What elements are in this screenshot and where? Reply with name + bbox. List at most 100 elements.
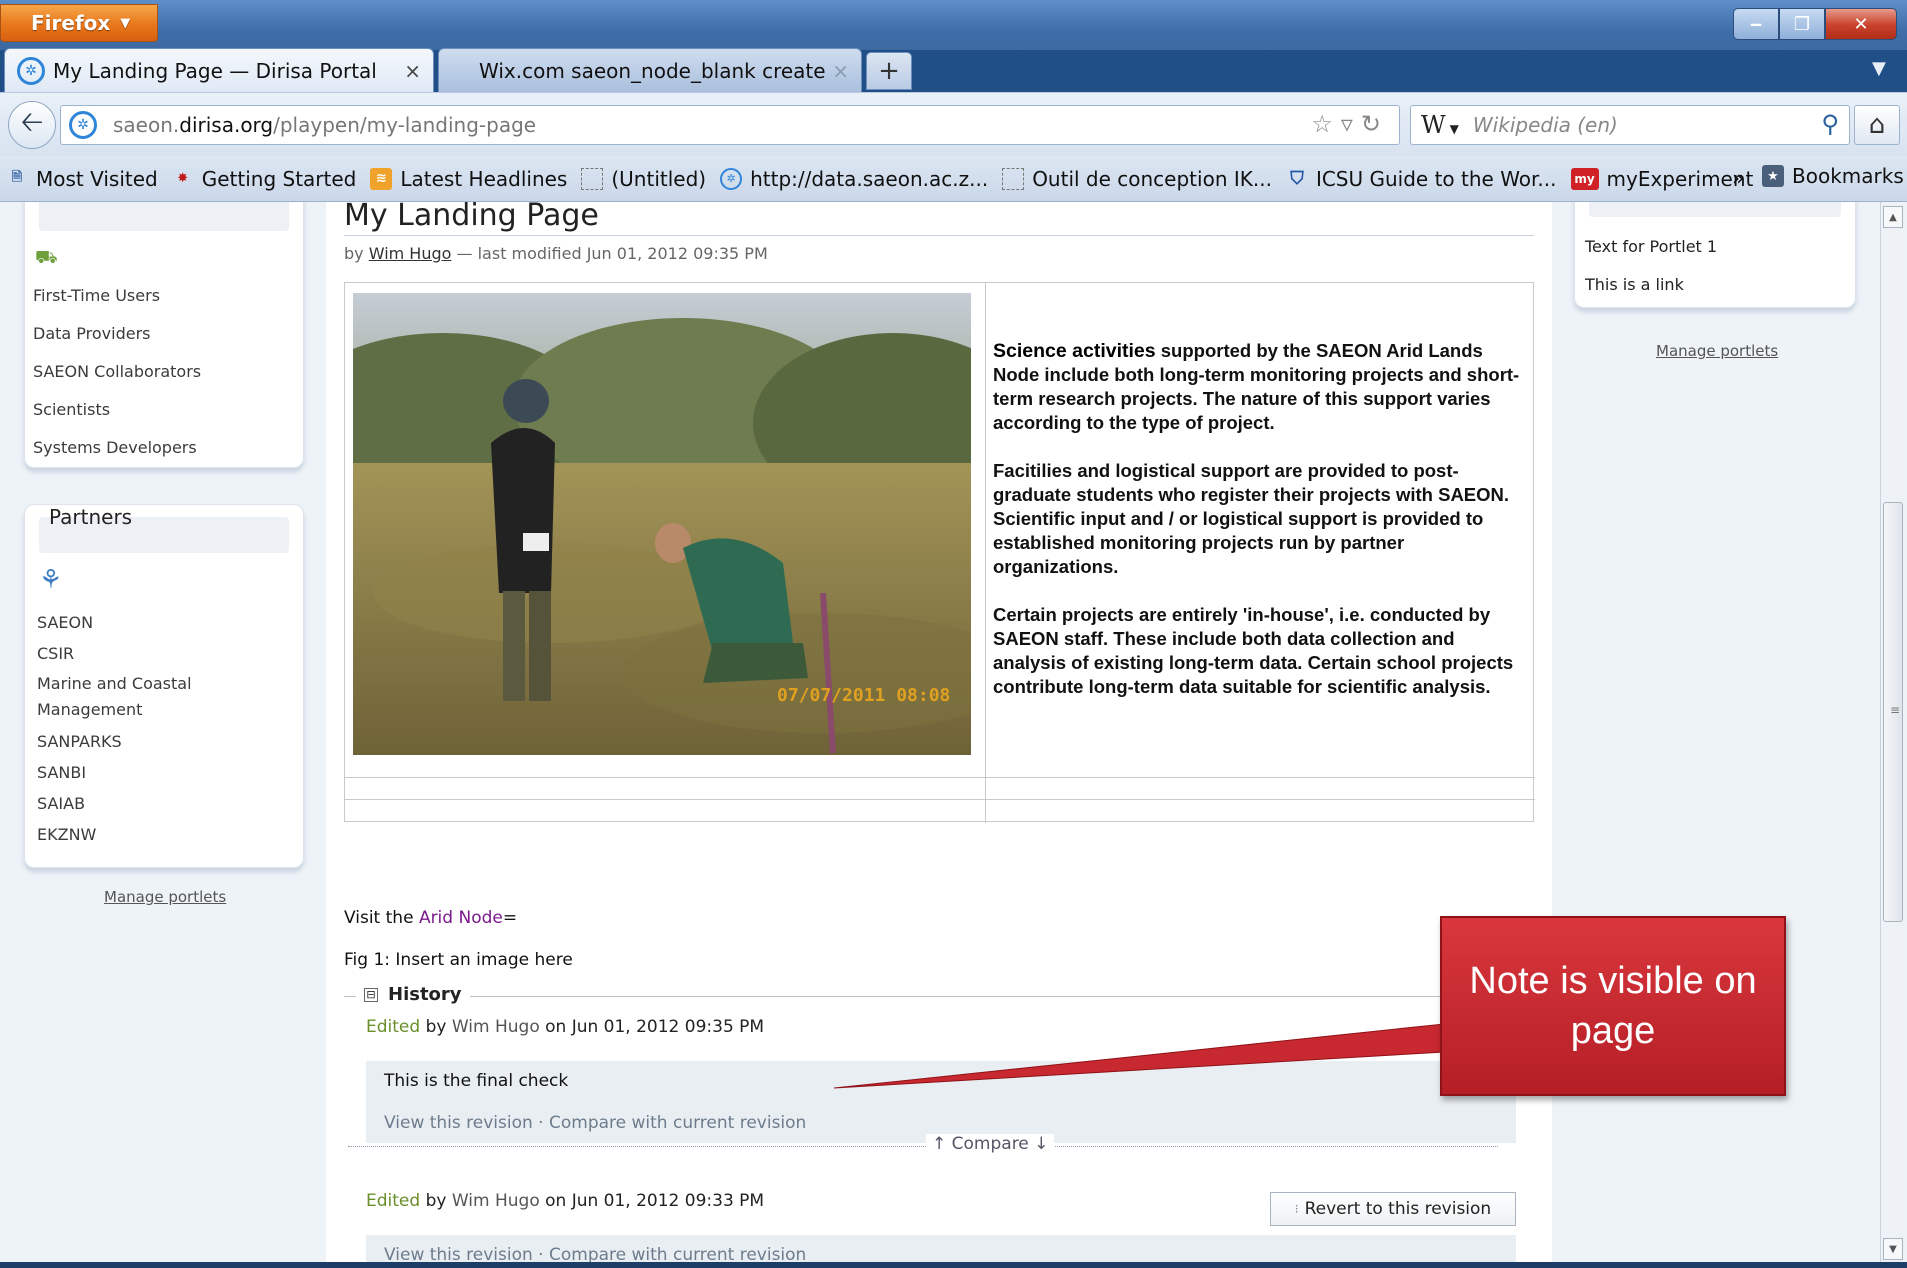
- tab-close-icon[interactable]: ×: [404, 59, 421, 83]
- new-tab-button[interactable]: +: [866, 52, 912, 90]
- link-sanbi[interactable]: SANBI: [37, 757, 237, 788]
- article-paragraph-1: Science activities supported by the SAEO…: [993, 340, 1520, 433]
- reload-icon[interactable]: ↻: [1361, 110, 1389, 138]
- article-text: Science activities supported by the SAEO…: [993, 339, 1529, 723]
- home-button[interactable]: ⌂: [1854, 105, 1900, 145]
- close-icon: ✕: [1853, 13, 1869, 35]
- search-engine-selector[interactable]: W ▼: [1421, 111, 1459, 139]
- minimize-icon: ‒: [1749, 13, 1763, 35]
- users-icon: ⛟: [35, 247, 58, 268]
- home-icon: ⌂: [1868, 110, 1886, 140]
- page-viewport: ⛟ First-Time Users Data Providers SAEON …: [0, 202, 1907, 1268]
- figure-caption: Fig 1: Insert an image here: [344, 950, 573, 970]
- chevron-down-icon: ▼: [1449, 122, 1459, 136]
- portlet-header: [1589, 202, 1841, 217]
- bookmark-getting-started[interactable]: ✸ Getting Started: [172, 167, 356, 191]
- table-row-divider: [345, 799, 1535, 800]
- star-icon[interactable]: ☆: [1311, 110, 1341, 138]
- manage-portlets-left[interactable]: Manage portlets: [104, 888, 226, 906]
- arid-node-link[interactable]: Arid Node: [419, 908, 503, 928]
- revision-box: This is the final check View this revisi…: [366, 1061, 1516, 1143]
- portlet-text: Text for Portlet 1: [1585, 237, 1718, 256]
- firefox-menu-button[interactable]: Firefox ▼: [0, 4, 158, 42]
- author-link[interactable]: Wim Hugo: [452, 1017, 540, 1037]
- globe-icon: ✲: [17, 56, 45, 85]
- page-title: My Landing Page: [344, 202, 1534, 236]
- partners-icon: ⚘: [39, 565, 63, 595]
- portlet-link[interactable]: This is a link: [1585, 275, 1684, 294]
- bookmark-latest-headlines[interactable]: ≋ Latest Headlines: [370, 167, 567, 191]
- history-toggle[interactable]: ⊟ History: [356, 984, 470, 1005]
- author-link[interactable]: Wim Hugo: [369, 244, 452, 263]
- bookmarks-menu-button[interactable]: ★ Bookmarks: [1762, 164, 1904, 188]
- maximize-icon: ❐: [1793, 13, 1811, 35]
- search-bar[interactable]: W ▼ Wikipedia (en) ⚲: [1410, 105, 1850, 145]
- visit-line: Visit the Arid Node=: [344, 908, 518, 928]
- photo-timestamp: 07/07/2011 08:08: [777, 685, 951, 706]
- arrow-left-icon: 🡠: [20, 105, 44, 138]
- link-sanparks[interactable]: SANPARKS: [37, 726, 237, 757]
- tab-my-landing-page[interactable]: ✲ My Landing Page — Dirisa Portal ×: [4, 48, 434, 92]
- revert-icon: ⁝: [1294, 1202, 1299, 1216]
- author-link[interactable]: Wim Hugo: [452, 1191, 540, 1211]
- chevron-down-icon[interactable]: ▿: [1341, 110, 1361, 138]
- revert-revision-button[interactable]: ⁝ Revert to this revision: [1270, 1192, 1516, 1226]
- rss-icon: ≋: [370, 167, 393, 190]
- scroll-down-arrow-icon[interactable]: ▼: [1883, 1238, 1903, 1260]
- search-placeholder: Wikipedia (en): [1472, 113, 1618, 137]
- table-column-divider: [985, 283, 986, 823]
- compare-link[interactable]: ↑ Compare ↓: [926, 1134, 1055, 1154]
- window-titlebar: Firefox ▼ ‒ ❐ ✕: [0, 0, 1907, 50]
- tab-close-icon[interactable]: ×: [832, 59, 849, 83]
- bookmarks-icon: ★: [1762, 165, 1784, 187]
- vertical-scrollbar[interactable]: ▲ ≡ ▼: [1880, 202, 1904, 1268]
- shield-icon: ⛉: [1290, 168, 1304, 189]
- tab-label: My Landing Page — Dirisa Portal: [53, 58, 377, 83]
- bookmark-data-saeon[interactable]: ✲ http://data.saeon.ac.z...: [720, 167, 988, 191]
- chevron-down-icon: ▼: [120, 15, 131, 31]
- link-saiab[interactable]: SAIAB: [37, 788, 237, 819]
- collapse-icon: ⊟: [364, 987, 378, 1002]
- my-badge-icon: my: [1570, 167, 1599, 190]
- minimize-button[interactable]: ‒: [1733, 8, 1779, 40]
- tab-wix[interactable]: Wix.com saeon_node_blank created b... ×: [438, 48, 862, 92]
- close-window-button[interactable]: ✕: [1825, 8, 1897, 40]
- link-marine-and-coastal[interactable]: Marine and Coastal Management: [37, 669, 237, 726]
- revision-links[interactable]: View this revision · Compare with curren…: [384, 1113, 806, 1133]
- link-saeon-collaborators[interactable]: SAEON Collaborators: [33, 353, 201, 391]
- scroll-up-arrow-icon[interactable]: ▲: [1883, 206, 1903, 228]
- grip-icon: ≡: [1890, 703, 1901, 717]
- tab-strip: ✲ My Landing Page — Dirisa Portal × Wix.…: [0, 48, 1907, 92]
- link-data-providers[interactable]: Data Providers: [33, 315, 201, 353]
- field-photo: 07/07/2011 08:08: [353, 293, 971, 755]
- manage-portlets-right[interactable]: Manage portlets: [1656, 342, 1778, 360]
- bookmark-myexperiment[interactable]: my myExperiment: [1570, 167, 1753, 191]
- firefox-menu-label: Firefox: [31, 11, 111, 35]
- back-button[interactable]: 🡠: [8, 101, 56, 149]
- tab-label: Wix.com saeon_node_blank created b...: [479, 58, 826, 83]
- bookmark-outil-de-conception[interactable]: Outil de conception IK...: [1002, 167, 1272, 191]
- search-icon[interactable]: ⚲: [1821, 110, 1839, 138]
- bookmarks-overflow-chevron[interactable]: »: [1732, 166, 1744, 190]
- globe-icon: ✲: [69, 111, 97, 139]
- page-icon: 🗎: [11, 169, 23, 185]
- link-systems-developers[interactable]: Systems Developers: [33, 429, 201, 467]
- bookmark-most-visited[interactable]: 🗎 Most Visited: [6, 167, 158, 191]
- link-first-time-users[interactable]: First-Time Users: [33, 277, 201, 315]
- bookmark-icsu-guide[interactable]: ⛉ ICSU Guide to the Wor...: [1286, 167, 1556, 191]
- link-saeon[interactable]: SAEON: [37, 607, 237, 638]
- left-portlet-partners: Partners ⚘ SAEON CSIR Marine and Coastal…: [24, 504, 304, 868]
- left-portlet-users: ⛟ First-Time Users Data Providers SAEON …: [24, 202, 304, 468]
- url-bar[interactable]: ✲ saeon.dirisa.org/playpen/my-landing-pa…: [60, 105, 1400, 145]
- article-paragraph-3: Certain projects are entirely 'in-house'…: [993, 604, 1514, 697]
- link-ekznw[interactable]: EKZNW: [37, 819, 237, 850]
- bookmark-untitled[interactable]: (Untitled): [581, 167, 706, 191]
- link-scientists[interactable]: Scientists: [33, 391, 201, 429]
- compare-separator: [348, 1146, 1498, 1147]
- bookmarks-toolbar: 🗎 Most Visited ✸ Getting Started ≋ Latest H…: [0, 156, 1907, 202]
- url-text: saeon.dirisa.org/playpen/my-landing-page: [113, 113, 537, 137]
- maximize-button[interactable]: ❐: [1779, 8, 1825, 40]
- chevron-down-icon[interactable]: ▼: [1872, 58, 1886, 79]
- scrollbar-thumb[interactable]: ≡: [1883, 502, 1903, 922]
- link-csir[interactable]: CSIR: [37, 638, 237, 669]
